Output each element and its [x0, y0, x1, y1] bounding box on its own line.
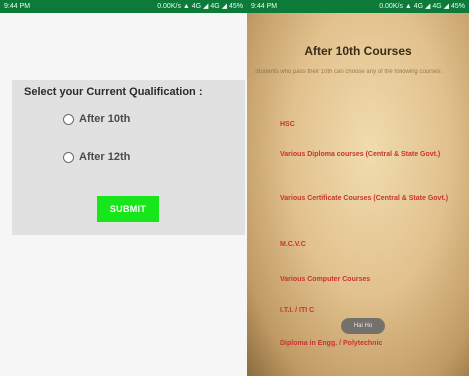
course-item-hsc[interactable]: HSC	[280, 120, 458, 129]
course-item-iti[interactable]: I.T.I. / ITI C	[280, 306, 458, 315]
qualification-form: Select your Current Qualification : Afte…	[12, 80, 245, 235]
form-title: Select your Current Qualification :	[24, 86, 203, 98]
option-after-12th[interactable]: After 12th	[63, 151, 130, 163]
course-item-mcvc[interactable]: M.C.V.C	[280, 240, 458, 249]
course-item-computer[interactable]: Various Computer Courses	[280, 275, 458, 284]
option-after-10th[interactable]: After 10th	[63, 113, 130, 125]
course-item-certificate[interactable]: Various Certificate Courses (Central & S…	[280, 194, 458, 203]
radio-button-icon[interactable]	[63, 113, 74, 125]
radio-button-icon[interactable]	[63, 151, 74, 163]
page-title: After 10th Courses	[304, 44, 412, 58]
status-bar: 9:44 PM 0.00K/s ▲ 4G ◢ 4G ◢ 45%	[247, 0, 469, 13]
qualification-screen: 9:44 PM 0.00K/s ▲ 4G ◢ 4G ◢ 45% Select y…	[0, 0, 247, 376]
status-bar: 9:44 PM 0.00K/s ▲ 4G ◢ 4G ◢ 45%	[0, 0, 247, 13]
page-description: Students who pass their 10th can choose …	[255, 69, 443, 75]
option-label: After 10th	[79, 113, 131, 125]
status-time: 9:44 PM	[251, 3, 278, 10]
courses-screen: 9:44 PM 0.00K/s ▲ 4G ◢ 4G ◢ 45% After 10…	[247, 0, 469, 376]
toast-message: Hai Ho	[341, 318, 385, 334]
status-indicators: 0.00K/s ▲ 4G ◢ 4G ◢ 45%	[157, 3, 243, 10]
option-label: After 12th	[79, 151, 131, 163]
submit-button[interactable]: SUBMIT	[97, 196, 159, 222]
course-item-diploma[interactable]: Various Diploma courses (Central & State…	[280, 150, 458, 159]
course-item-polytechnic[interactable]: Diploma in Engg. / Polytechnic	[280, 339, 458, 348]
status-time: 9:44 PM	[4, 3, 31, 10]
app-screenshots: 9:44 PM 0.00K/s ▲ 4G ◢ 4G ◢ 45% Select y…	[0, 0, 469, 376]
status-indicators: 0.00K/s ▲ 4G ◢ 4G ◢ 45%	[379, 3, 465, 10]
